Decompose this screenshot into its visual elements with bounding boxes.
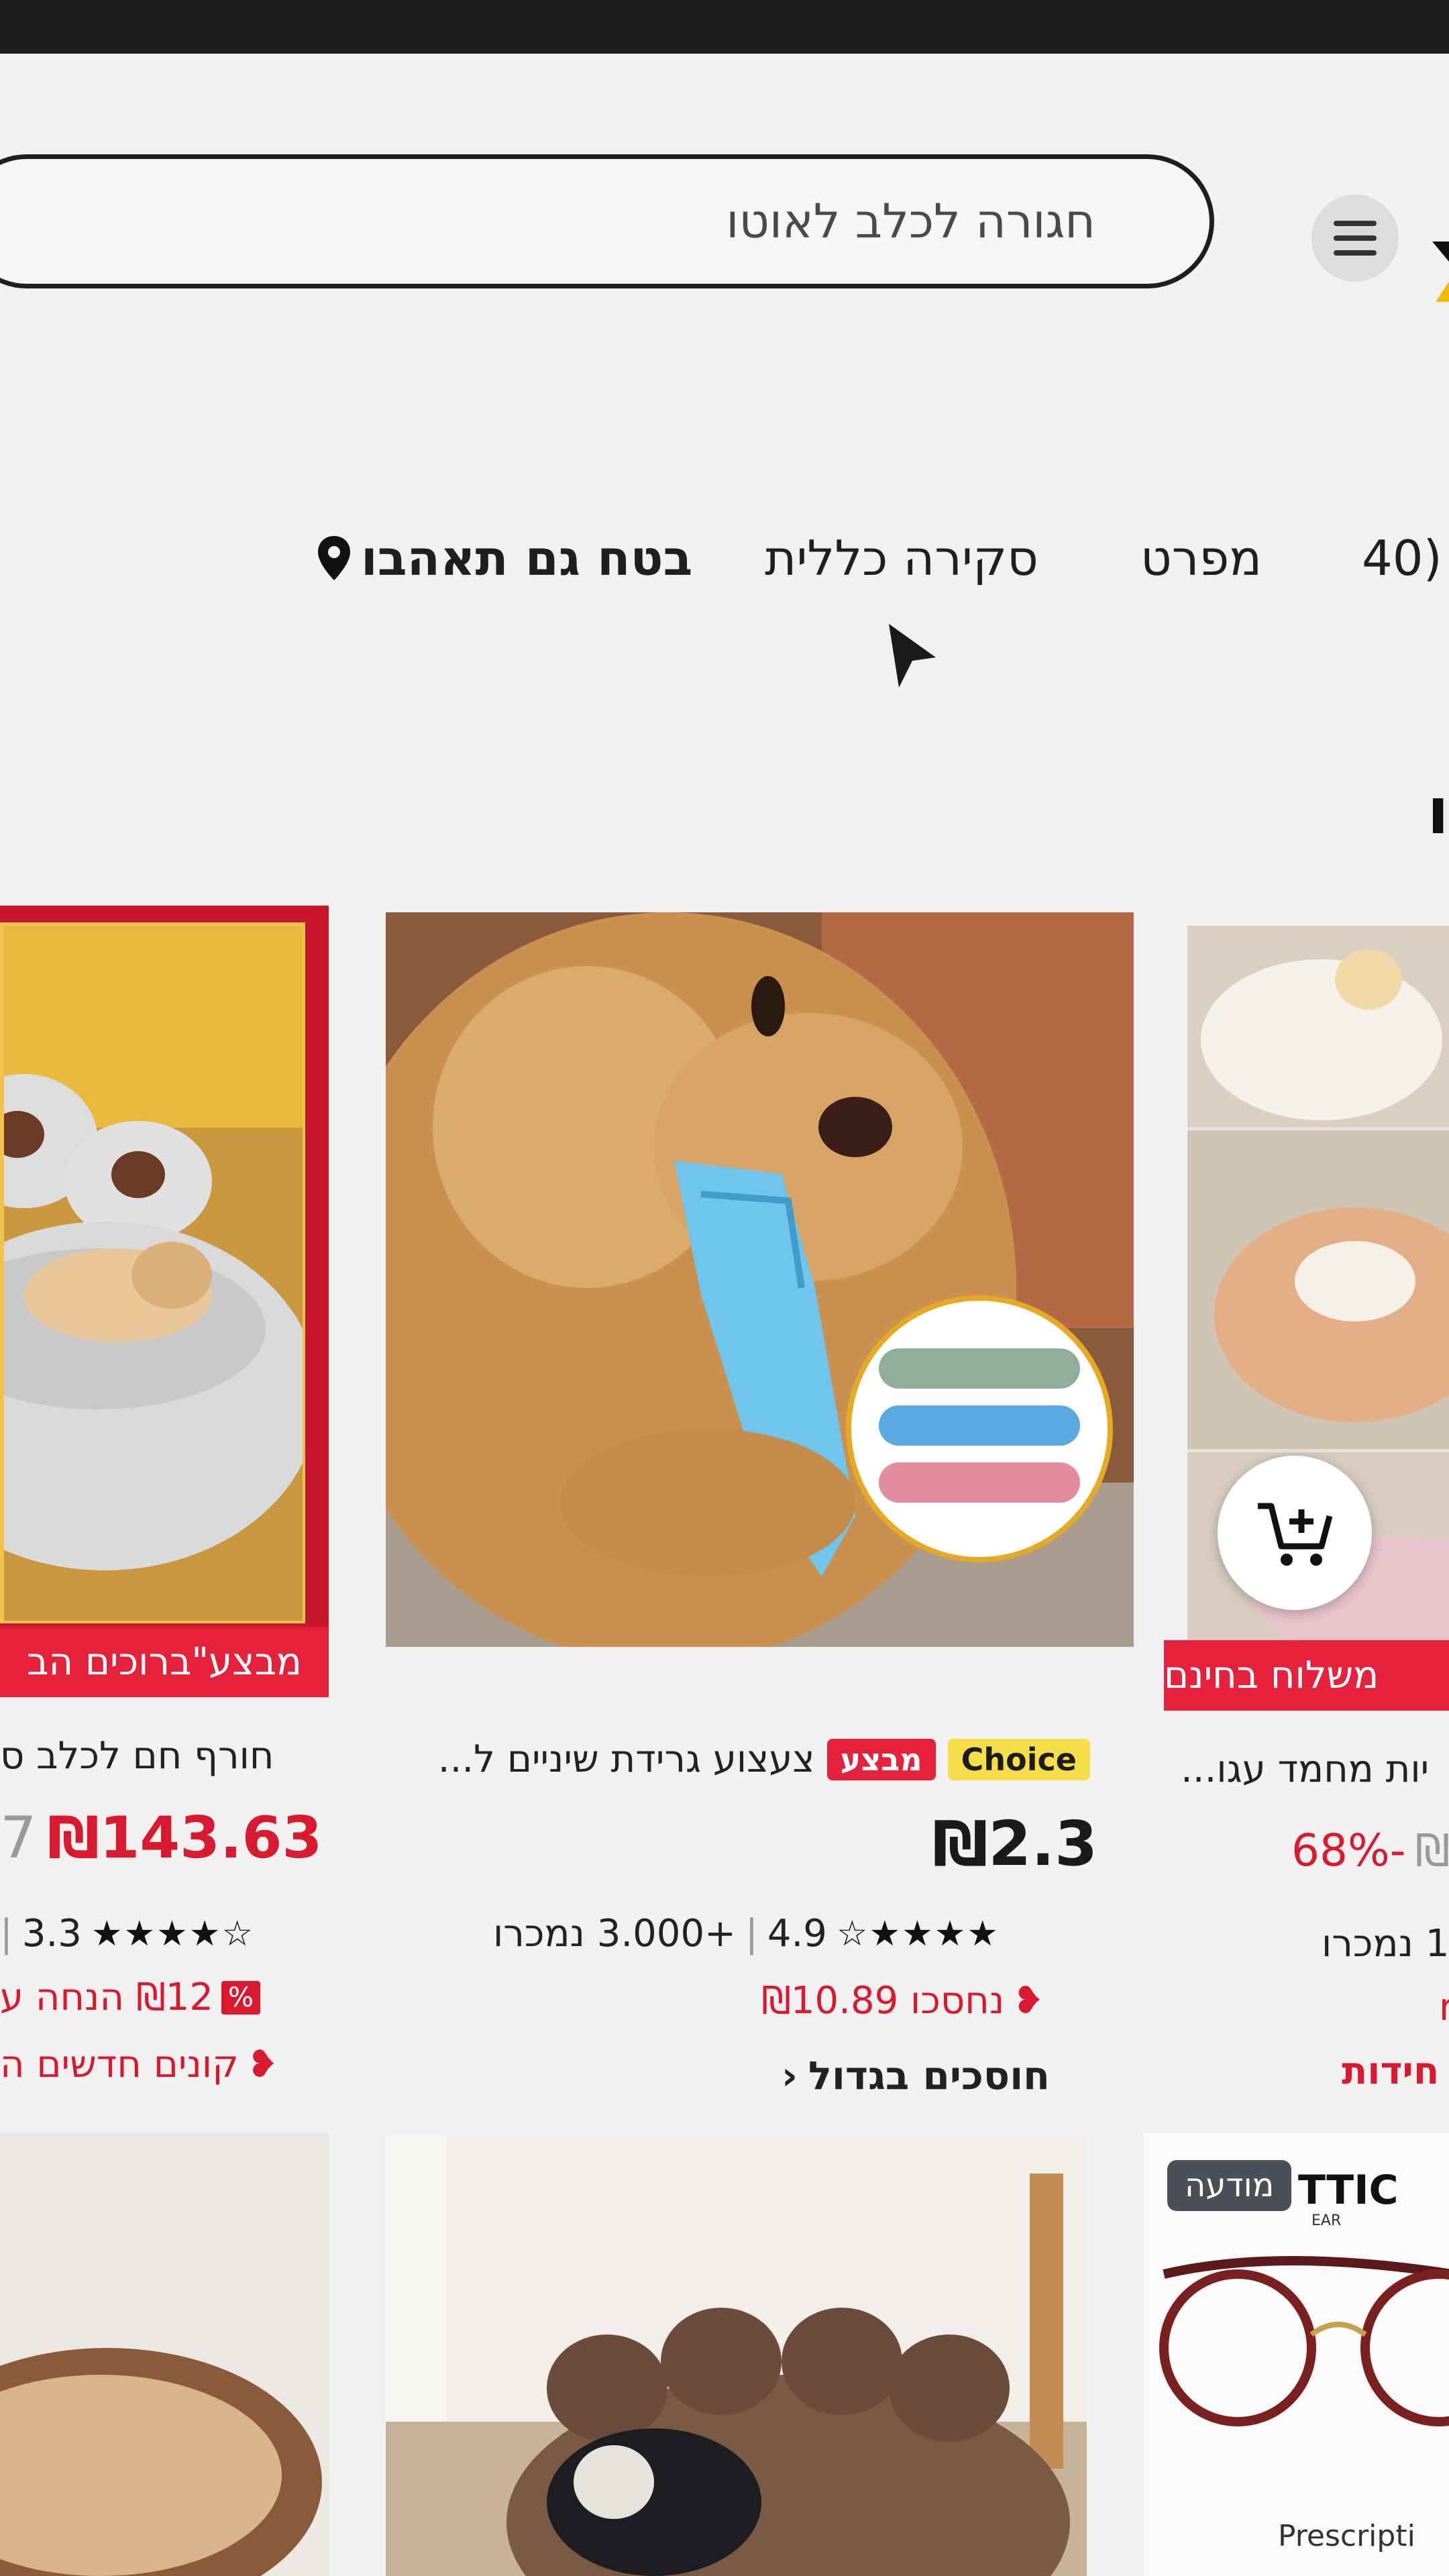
product-title[interactable]: יות מחמד עגו...: [1181, 1748, 1429, 1791]
promo-banner: מבצע"ברוכים הב: [0, 1627, 329, 1697]
tab-recommended-label: בטח גם תאהבו: [361, 530, 693, 586]
mouse-cursor-icon: [889, 624, 936, 688]
product-price: ₪2.3: [932, 1808, 1098, 1880]
product-title[interactable]: Choice מבצע צעצוע גרידת שיניים ל...: [399, 1737, 1090, 1781]
location-pin-icon: [318, 536, 350, 580]
promo-banner-label: מבצע"ברוכים הב: [27, 1640, 302, 1684]
new-buyers-line: ❥ קונים חדשים ה: [0, 2043, 278, 2086]
cut-text: r: [1439, 1986, 1449, 2029]
add-to-cart-button[interactable]: [1218, 1456, 1372, 1610]
menu-button[interactable]: [1311, 195, 1399, 282]
search-input[interactable]: חגורה לכלב לאוטו: [0, 154, 1214, 288]
add-to-cart-icon: [1258, 1503, 1333, 1566]
star-rating-icon: ☆★★★★: [91, 1913, 255, 1954]
tab-recommended[interactable]: בטח גם תאהבו: [315, 530, 692, 586]
saved-text: נחסכו ₪10.89: [761, 1979, 1005, 2023]
star-rating-icon: ★★★★☆: [836, 1913, 1000, 1954]
saved-line: ❥ נחסכו ₪10.89: [761, 1979, 1044, 2023]
product-image[interactable]: [0, 906, 329, 1644]
dog-toy-photo: [386, 912, 1134, 1647]
arrow-down-icon: ❥: [1012, 1979, 1044, 2023]
arrow-down-icon: ❥: [246, 2043, 278, 2086]
discount-percent: -68%: [1291, 1825, 1406, 1876]
rating-value: 3.3: [21, 1912, 82, 1955]
dog-bed-photo: [4, 926, 303, 1621]
product-image[interactable]: [386, 2133, 1087, 2576]
section-heading: ו: [1427, 775, 1449, 849]
product-price: ₪ -68%: [1291, 1825, 1449, 1876]
free-shipping-label: משלוח בחינם: [1164, 1654, 1379, 1697]
promo-line: חידות: [1342, 2049, 1439, 2093]
rating-value: 4.9: [767, 1912, 827, 1955]
app-screen: חגורה לכלב לאוטו (40 מפרט סקירה כללית בט…: [0, 54, 1449, 2576]
choice-badge: Choice: [947, 1738, 1090, 1780]
product-title-text: צעצוע גרידת שיניים ל...: [437, 1737, 815, 1781]
logo-icon: [1432, 241, 1449, 302]
dog-bed-photo: [0, 2133, 329, 2576]
dog-bed-photo: [386, 2133, 1087, 2576]
product-title[interactable]: חורף חם לכלב ס: [0, 1734, 315, 1778]
percent-icon: %: [221, 1980, 261, 2015]
search-placeholder: חגורה לכלב לאוטו: [726, 194, 1095, 249]
product-rating: ☆★★★★ 3.3 |: [0, 1912, 255, 1955]
discount-line: % ₪12 הנחה ע: [0, 1976, 261, 2019]
big-savings-link[interactable]: חוסכים בגדול ‹: [782, 2053, 1050, 2098]
tab-overview[interactable]: סקירה כללית: [765, 530, 1038, 586]
product-image[interactable]: [0, 2133, 329, 2576]
ad-brand: TTIC: [1298, 2167, 1399, 2214]
price-value: ₪: [1415, 1825, 1449, 1876]
ad-brand-sub: EAR: [1311, 2212, 1342, 2229]
new-buyers-text: קונים חדשים ה: [0, 2043, 239, 2086]
big-savings-label: חוסכים בגדול: [808, 2053, 1050, 2098]
header: חגורה לכלב לאוטו: [0, 54, 1449, 309]
ad-badge: מודעה: [1167, 2160, 1292, 2211]
product-rating: ★★★★☆ 4.9 | +3.000 נמכרו: [493, 1912, 1000, 1955]
discount-text: ₪12 הנחה ע: [0, 1976, 214, 2019]
product-title-text: יות מחמד עגו...: [1181, 1748, 1430, 1791]
sold-count-line: 1 נמכרו: [1322, 1922, 1449, 1966]
product-title-text: חורף חם לכלב ס: [0, 1734, 274, 1778]
old-price: 7: [0, 1805, 37, 1872]
tab-specs[interactable]: מפרט: [1140, 530, 1262, 586]
sold-count: +3.000 נמכרו: [493, 1912, 736, 1955]
promo-text: חידות: [1342, 2049, 1440, 2093]
product-price: ₪143.63 7: [0, 1805, 322, 1872]
chevron-left-icon: ‹: [782, 2053, 798, 2098]
free-shipping-banner: משלוח בחינם: [1164, 1640, 1449, 1711]
ad-caption: Prescripti: [1278, 2519, 1415, 2553]
product-tabs: (40 מפרט סקירה כללית בטח גם תאהבו: [0, 517, 1449, 610]
product-image[interactable]: [386, 912, 1134, 1647]
cut-line: r: [1439, 1986, 1449, 2029]
hamburger-icon: [1334, 221, 1377, 256]
deal-badge: מבצע: [826, 1738, 936, 1780]
sold-count: 1 נמכרו: [1322, 1922, 1449, 1966]
eyeglasses-photo: [1159, 2256, 1449, 2426]
tab-reviews[interactable]: (40: [1362, 530, 1442, 586]
price-value: ₪143.63: [47, 1805, 323, 1872]
